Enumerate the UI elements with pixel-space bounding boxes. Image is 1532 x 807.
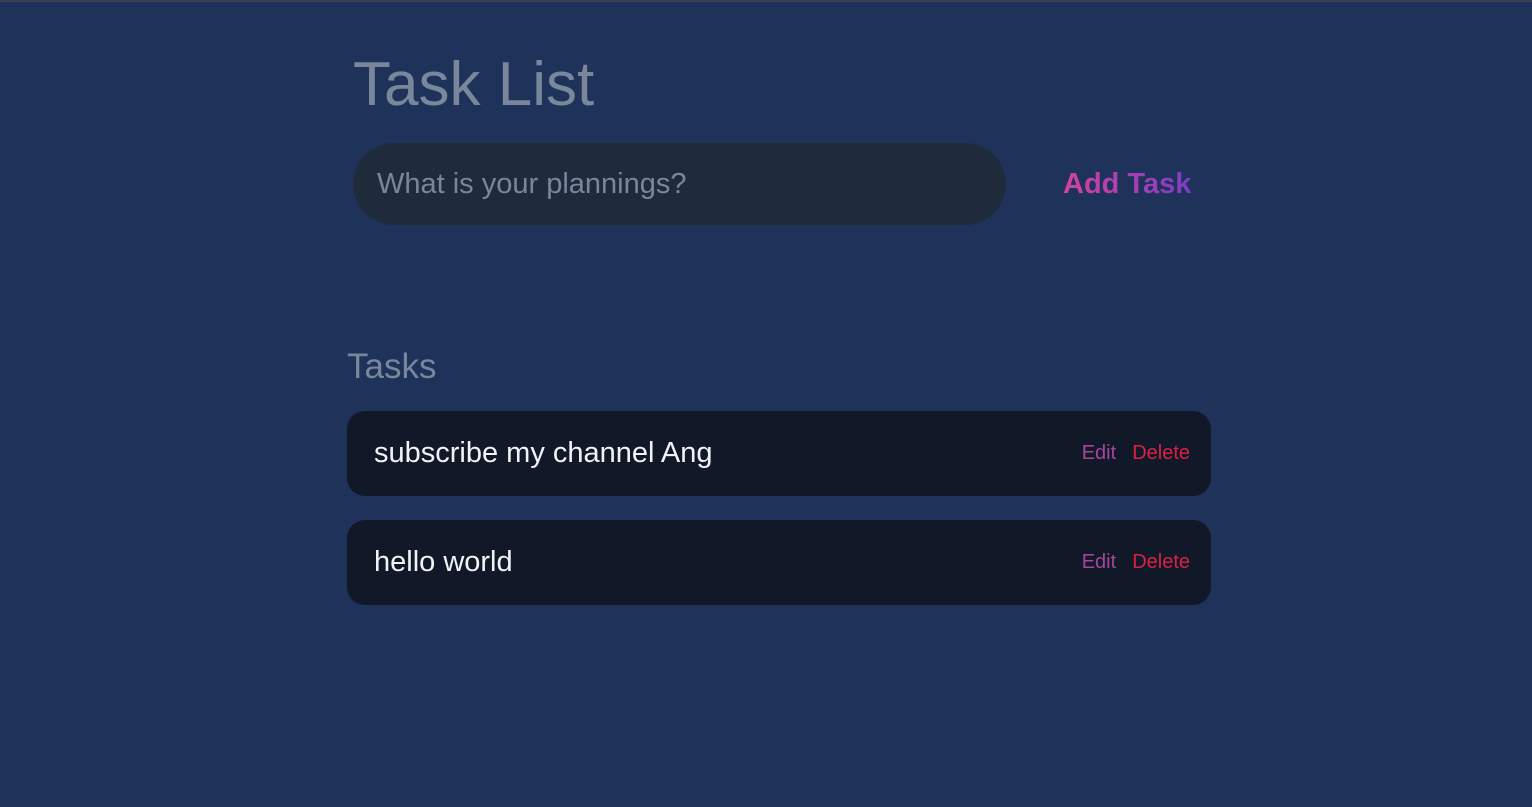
task-text: subscribe my channel Ang	[374, 437, 713, 469]
edit-button[interactable]: Edit	[1082, 442, 1116, 465]
add-task-button[interactable]: Add Task	[1057, 143, 1197, 225]
task-actions: Edit Delete	[1082, 551, 1190, 574]
page-title: Task List	[353, 50, 595, 119]
task-item: hello world Edit Delete	[347, 520, 1211, 605]
tasks-heading: Tasks	[347, 347, 437, 386]
edit-button[interactable]: Edit	[1082, 551, 1116, 574]
new-task-input[interactable]	[353, 143, 1006, 225]
delete-button[interactable]: Delete	[1132, 442, 1190, 465]
task-item: subscribe my channel Ang Edit Delete	[347, 411, 1211, 496]
task-text: hello world	[374, 546, 513, 578]
delete-button[interactable]: Delete	[1132, 551, 1190, 574]
new-task-form: Add Task	[353, 143, 1213, 225]
task-actions: Edit Delete	[1082, 442, 1190, 465]
task-list: subscribe my channel Ang Edit Delete hel…	[347, 411, 1211, 629]
